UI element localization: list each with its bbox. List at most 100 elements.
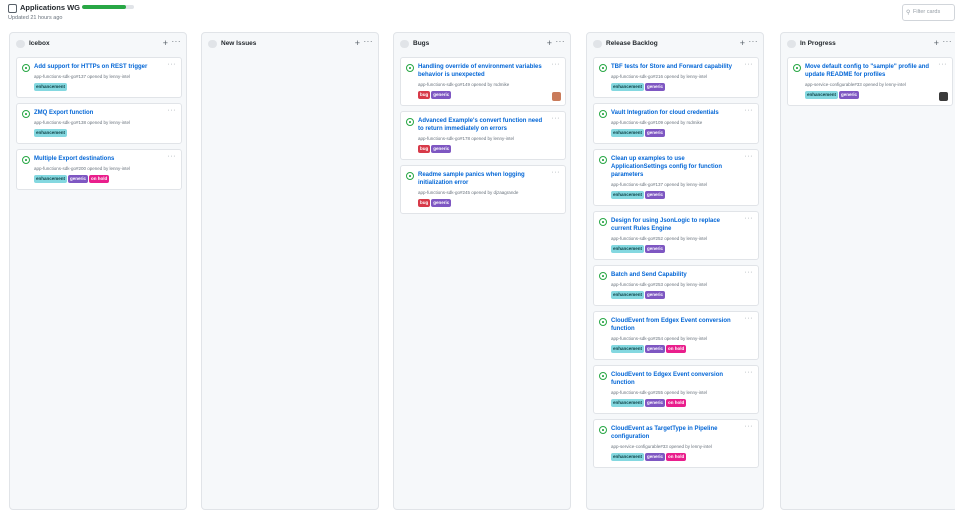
add-card-icon[interactable]: + bbox=[547, 38, 552, 48]
label-on-hold[interactable]: on hold bbox=[89, 175, 110, 183]
label-generic[interactable]: generic bbox=[431, 91, 452, 99]
label-bug[interactable]: bug bbox=[418, 199, 431, 207]
assignee-avatar[interactable] bbox=[939, 92, 948, 101]
label-generic[interactable]: generic bbox=[645, 245, 666, 253]
project-title[interactable]: Applications WG bbox=[20, 3, 80, 12]
issue-card[interactable]: ··· Add support for HTTPs on REST trigger… bbox=[16, 57, 182, 98]
card-menu-icon[interactable]: ··· bbox=[745, 369, 754, 376]
label-generic[interactable]: generic bbox=[839, 91, 860, 99]
label-generic[interactable]: generic bbox=[431, 199, 452, 207]
card-menu-icon[interactable]: ··· bbox=[168, 61, 177, 68]
card-menu-icon[interactable]: ··· bbox=[745, 315, 754, 322]
issue-card[interactable]: ··· Multiple Export destinations app-funct… bbox=[16, 149, 182, 190]
label-generic[interactable]: generic bbox=[645, 453, 666, 461]
issue-title-link[interactable]: CloudEvent to Edgex Event conversion fun… bbox=[611, 371, 742, 387]
issue-title-link[interactable]: Batch and Send Capability bbox=[611, 271, 742, 279]
label-enhancement[interactable]: enhancement bbox=[611, 129, 645, 137]
label-on-hold[interactable]: on hold bbox=[666, 345, 687, 353]
label-generic[interactable]: generic bbox=[645, 191, 666, 199]
issue-title-link[interactable]: Design for using JsonLogic to replace cu… bbox=[611, 217, 742, 233]
issue-card[interactable]: ··· CloudEvent to Edgex Event conversion … bbox=[593, 365, 759, 414]
issue-card[interactable]: ··· CloudEvent from Edgex Event conversio… bbox=[593, 311, 759, 360]
card-menu-icon[interactable]: ··· bbox=[552, 115, 561, 122]
label-enhancement[interactable]: enhancement bbox=[611, 245, 645, 253]
card-menu-icon[interactable]: ··· bbox=[168, 107, 177, 114]
issue-card[interactable]: ··· Batch and Send Capability app-function… bbox=[593, 265, 759, 306]
card-menu-icon[interactable]: ··· bbox=[745, 269, 754, 276]
label-enhancement[interactable]: enhancement bbox=[34, 83, 68, 91]
label-on-hold[interactable]: on hold bbox=[666, 453, 687, 461]
label-generic[interactable]: generic bbox=[645, 291, 666, 299]
assignee-avatar[interactable] bbox=[552, 92, 561, 101]
issue-title-link[interactable]: Readme sample panics when logging initia… bbox=[418, 171, 549, 187]
project-progress-bar bbox=[82, 5, 134, 9]
label-enhancement[interactable]: enhancement bbox=[611, 453, 645, 461]
label-enhancement[interactable]: enhancement bbox=[611, 291, 645, 299]
label-enhancement[interactable]: enhancement bbox=[805, 91, 839, 99]
issue-title-link[interactable]: CloudEvent as TargetType in Pipeline con… bbox=[611, 425, 742, 441]
card-menu-icon[interactable]: ··· bbox=[745, 61, 754, 68]
column-menu-icon[interactable]: ··· bbox=[943, 37, 953, 46]
open-issue-icon bbox=[406, 118, 414, 126]
label-bug[interactable]: bug bbox=[418, 91, 431, 99]
issue-title-link[interactable]: Advanced Example's convert function need… bbox=[418, 117, 549, 133]
card-menu-icon[interactable]: ··· bbox=[745, 423, 754, 430]
add-card-icon[interactable]: + bbox=[355, 38, 360, 48]
issue-title-link[interactable]: ZMQ Export function bbox=[34, 109, 165, 117]
label-generic[interactable]: generic bbox=[645, 129, 666, 137]
column-menu-icon[interactable]: ··· bbox=[749, 37, 759, 46]
label-enhancement[interactable]: enhancement bbox=[611, 83, 645, 91]
issue-card[interactable]: ··· Design for using JsonLogic to replace… bbox=[593, 211, 759, 260]
label-enhancement[interactable]: enhancement bbox=[611, 191, 645, 199]
card-menu-icon[interactable]: ··· bbox=[745, 215, 754, 222]
card-menu-icon[interactable]: ··· bbox=[745, 107, 754, 114]
issue-title-link[interactable]: TBF tests for Store and Forward capabili… bbox=[611, 63, 742, 71]
issue-title-link[interactable]: Add support for HTTPs on REST trigger bbox=[34, 63, 165, 71]
label-generic[interactable]: generic bbox=[645, 399, 666, 407]
label-generic[interactable]: generic bbox=[431, 145, 452, 153]
label-bug[interactable]: bug bbox=[418, 145, 431, 153]
issue-title-link[interactable]: CloudEvent from Edgex Event conversion f… bbox=[611, 317, 742, 333]
card-menu-icon[interactable]: ··· bbox=[745, 153, 754, 160]
add-card-icon[interactable]: + bbox=[163, 38, 168, 48]
card-menu-icon[interactable]: ··· bbox=[552, 169, 561, 176]
issue-card[interactable]: ··· TBF tests for Store and Forward capab… bbox=[593, 57, 759, 98]
issue-title-link[interactable]: Move default config to "sample" profile … bbox=[805, 63, 936, 79]
column-menu-icon[interactable]: ··· bbox=[172, 37, 182, 46]
issue-card[interactable]: ··· Advanced Example's convert function n… bbox=[400, 111, 566, 160]
label-generic[interactable]: generic bbox=[645, 83, 666, 91]
column-in-progress: In Progress + ··· ··· Move default config to… bbox=[780, 32, 955, 510]
issue-card[interactable]: ··· Handling override of environment vari… bbox=[400, 57, 566, 106]
column-card-count bbox=[400, 40, 409, 48]
card-menu-icon[interactable]: ··· bbox=[168, 153, 177, 160]
issue-title-link[interactable]: Handling override of environment variabl… bbox=[418, 63, 549, 79]
label-enhancement[interactable]: enhancement bbox=[611, 399, 645, 407]
card-menu-icon[interactable]: ··· bbox=[939, 61, 948, 68]
column-menu-icon[interactable]: ··· bbox=[556, 37, 566, 46]
issue-labels: enhancement generic on hold bbox=[611, 453, 742, 462]
add-card-icon[interactable]: + bbox=[740, 38, 745, 48]
issue-card[interactable]: ··· Vault Integration for cloud credentia… bbox=[593, 103, 759, 144]
issue-card[interactable]: ··· Clean up examples to use ApplicationS… bbox=[593, 149, 759, 206]
open-issue-icon bbox=[406, 64, 414, 72]
label-enhancement[interactable]: enhancement bbox=[34, 175, 68, 183]
issue-title-link[interactable]: Multiple Export destinations bbox=[34, 155, 165, 163]
issue-title-link[interactable]: Vault Integration for cloud credentials bbox=[611, 109, 742, 117]
issue-title-link[interactable]: Clean up examples to use ApplicationSett… bbox=[611, 155, 742, 179]
column-menu-icon[interactable]: ··· bbox=[364, 37, 374, 46]
filter-cards-input[interactable]: ⚲ Filter cards bbox=[902, 4, 955, 21]
issue-card[interactable]: ··· Readme sample panics when logging ini… bbox=[400, 165, 566, 214]
add-card-icon[interactable]: + bbox=[934, 38, 939, 48]
issue-card[interactable]: ··· CloudEvent as TargetType in Pipeline … bbox=[593, 419, 759, 468]
label-enhancement[interactable]: enhancement bbox=[34, 129, 68, 137]
card-menu-icon[interactable]: ··· bbox=[552, 61, 561, 68]
column-card-count bbox=[593, 40, 602, 48]
issue-card[interactable]: ··· Move default config to "sample" profi… bbox=[787, 57, 953, 106]
open-issue-icon bbox=[599, 156, 607, 164]
label-on-hold[interactable]: on hold bbox=[666, 399, 687, 407]
issue-labels: enhancement generic bbox=[611, 191, 742, 200]
label-generic[interactable]: generic bbox=[68, 175, 89, 183]
issue-card[interactable]: ··· ZMQ Export function app-functions-sdk-… bbox=[16, 103, 182, 144]
label-generic[interactable]: generic bbox=[645, 345, 666, 353]
label-enhancement[interactable]: enhancement bbox=[611, 345, 645, 353]
